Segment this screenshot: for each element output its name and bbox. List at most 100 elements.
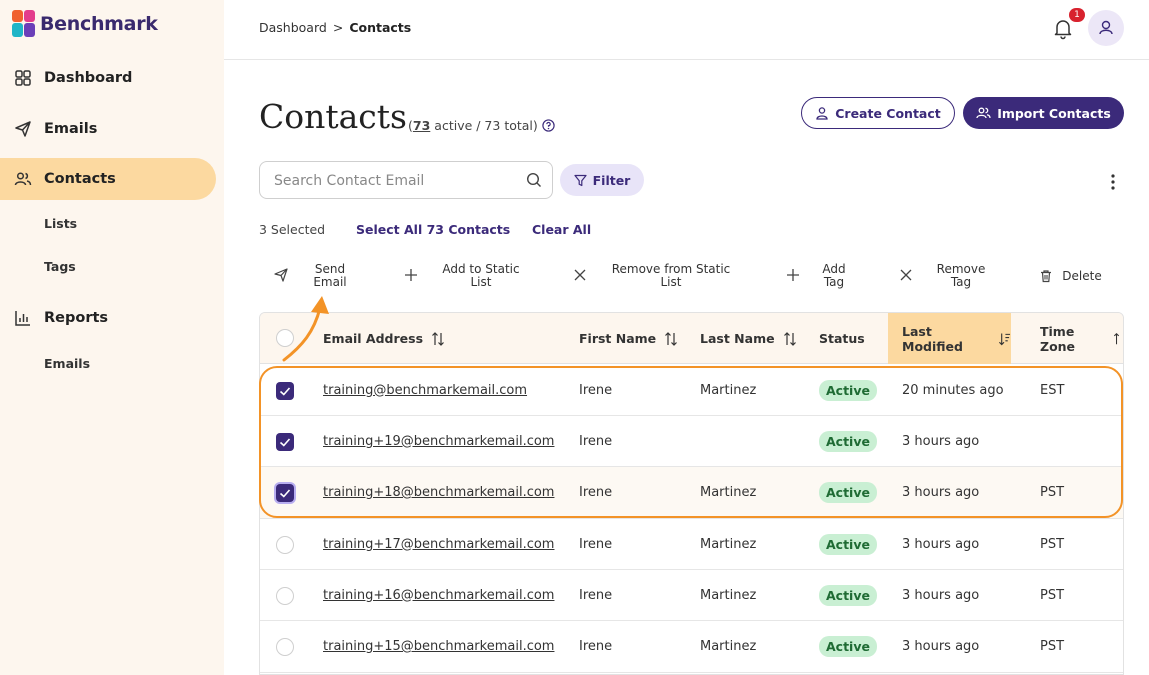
last-name-cell: Martinez bbox=[700, 536, 757, 552]
status-badge: Active bbox=[819, 482, 877, 503]
sort-icon[interactable] bbox=[783, 331, 797, 347]
sidebar-item-dashboard[interactable]: Dashboard bbox=[0, 57, 216, 99]
clear-all-link[interactable]: Clear All bbox=[532, 222, 591, 237]
sidebar-item-reports[interactable]: Reports bbox=[0, 297, 216, 339]
sort-descending-icon[interactable] bbox=[998, 331, 1011, 347]
last-modified-cell: 3 hours ago bbox=[902, 587, 980, 603]
sidebar-subitem-tags[interactable]: Tags bbox=[44, 259, 76, 274]
email-link[interactable]: training+16@benchmarkemail.com bbox=[323, 588, 554, 603]
page-title: Contacts bbox=[259, 97, 407, 136]
import-contacts-button[interactable]: Import Contacts bbox=[963, 97, 1124, 129]
remove-tag-label-2: Tag bbox=[950, 275, 972, 289]
row-checkbox[interactable] bbox=[276, 535, 294, 554]
contact-count: (73 active / 73 total) bbox=[408, 118, 555, 133]
email-link[interactable]: training+18@benchmarkemail.com bbox=[323, 485, 554, 500]
send-email-label-2: Email bbox=[313, 275, 347, 289]
email-link-wrapper: training+19@benchmarkemail.com bbox=[323, 416, 554, 466]
last-name-cell: Martinez bbox=[700, 639, 757, 654]
more-options-icon[interactable] bbox=[1105, 172, 1121, 192]
send-email-action[interactable]: Send Email bbox=[272, 262, 352, 290]
help-icon[interactable] bbox=[542, 119, 555, 132]
user-icon bbox=[1099, 20, 1113, 35]
sort-icon[interactable] bbox=[664, 331, 678, 347]
column-label: First Name bbox=[579, 331, 657, 346]
last-name-cell-wrapper: Martinez bbox=[700, 519, 756, 569]
table-row[interactable]: training@benchmarkemail.com Irene Martinez… bbox=[260, 365, 1123, 416]
add-to-static-list-action[interactable]: Add to Static List bbox=[404, 262, 534, 290]
benchmark-logo-icon bbox=[12, 10, 36, 38]
sidebar-subitem-report-emails[interactable]: Emails bbox=[44, 356, 90, 371]
last-modified-cell-wrapper: 3 hours ago bbox=[902, 519, 979, 569]
select-all-contacts-link[interactable]: Select All 73 Contacts bbox=[356, 222, 510, 237]
remove-from-static-list-action[interactable]: Remove from Static List bbox=[573, 262, 743, 290]
row-checkbox[interactable] bbox=[276, 638, 294, 656]
column-time-zone[interactable]: Time Zone bbox=[1040, 313, 1124, 364]
checkmark-icon bbox=[279, 437, 291, 447]
email-link-wrapper: training+16@benchmarkemail.com bbox=[323, 570, 554, 620]
row-checkbox[interactable] bbox=[276, 381, 294, 400]
delete-action[interactable]: Delete bbox=[1039, 262, 1109, 290]
column-first-name[interactable]: First Name bbox=[579, 313, 678, 364]
filter-button[interactable]: Filter bbox=[560, 164, 644, 196]
add-tag-action[interactable]: Add Tag bbox=[786, 262, 856, 290]
breadcrumb-separator: > bbox=[332, 20, 344, 35]
trash-icon bbox=[1041, 270, 1051, 283]
sidebar-item-label: Contacts bbox=[44, 171, 116, 187]
last-modified-cell: 3 hours ago bbox=[902, 433, 980, 449]
time-zone-cell-wrapper: PST bbox=[1040, 570, 1064, 620]
table-row[interactable]: training+19@benchmarkemail.com Irene Activ… bbox=[260, 416, 1123, 467]
sidebar-item-emails[interactable]: Emails bbox=[0, 108, 216, 150]
sidebar-item-label: Emails bbox=[44, 121, 98, 137]
row-checkbox[interactable] bbox=[276, 432, 294, 451]
close-icon bbox=[574, 269, 586, 281]
email-link-wrapper: training@benchmarkemail.com bbox=[323, 365, 527, 415]
last-name-cell-wrapper: Martinez bbox=[700, 467, 756, 518]
email-link[interactable]: training+15@benchmarkemail.com bbox=[323, 639, 554, 654]
column-status[interactable]: Status bbox=[819, 313, 865, 364]
table-row[interactable]: training+17@benchmarkemail.com Irene Marti… bbox=[260, 519, 1123, 570]
table-row[interactable]: training+16@benchmarkemail.com Irene Marti… bbox=[260, 570, 1123, 621]
brand-name: Benchmark bbox=[40, 13, 158, 35]
column-label: Status bbox=[819, 331, 865, 346]
sidebar-subitem-lists[interactable]: Lists bbox=[44, 216, 77, 231]
search-icon[interactable] bbox=[526, 172, 542, 188]
column-email-address[interactable]: Email Address bbox=[323, 313, 445, 364]
row-checkbox[interactable] bbox=[276, 586, 294, 605]
sort-icon[interactable] bbox=[431, 331, 445, 347]
breadcrumb-dashboard-link[interactable]: Dashboard bbox=[259, 20, 327, 35]
import-contacts-label: Import Contacts bbox=[997, 105, 1111, 121]
last-name-cell: Martinez bbox=[700, 382, 757, 398]
checkmark-icon bbox=[279, 386, 291, 396]
email-link[interactable]: training@benchmarkemail.com bbox=[323, 383, 527, 398]
sidebar-item-label: Dashboard bbox=[44, 70, 133, 86]
add-tag-label-2: Tag bbox=[823, 275, 845, 289]
remove-tag-action[interactable]: Remove Tag bbox=[899, 262, 999, 290]
avatar[interactable] bbox=[1088, 10, 1124, 46]
create-contact-button[interactable]: Create Contact bbox=[801, 97, 955, 129]
status-badge-wrapper: Active bbox=[819, 416, 877, 466]
filter-label: Filter bbox=[592, 172, 631, 188]
first-name-cell-wrapper: Irene bbox=[579, 467, 612, 518]
search-input[interactable] bbox=[274, 171, 514, 191]
notification-badge: 1 bbox=[1069, 8, 1085, 22]
last-name-cell-wrapper: Martinez bbox=[700, 570, 756, 620]
sort-icon[interactable] bbox=[1113, 331, 1124, 347]
status-badge-wrapper: Active bbox=[819, 519, 877, 569]
last-modified-cell-wrapper: 3 hours ago bbox=[902, 467, 979, 518]
first-name-cell-wrapper: Irene bbox=[579, 621, 612, 672]
send-icon bbox=[15, 121, 31, 137]
status-badge-wrapper: Active bbox=[819, 467, 877, 518]
table-row[interactable]: training+18@benchmarkemail.com Irene Marti… bbox=[260, 467, 1123, 519]
email-link[interactable]: training+19@benchmarkemail.com bbox=[323, 434, 554, 449]
email-link[interactable]: training+17@benchmarkemail.com bbox=[323, 537, 554, 552]
last-modified-cell: 3 hours ago bbox=[902, 485, 980, 500]
status-badge-wrapper: Active bbox=[819, 365, 877, 415]
sidebar-item-contacts[interactable]: Contacts bbox=[0, 158, 216, 200]
row-checkbox[interactable] bbox=[276, 484, 294, 502]
active-count-link[interactable]: 73 bbox=[413, 118, 430, 133]
column-last-modified[interactable]: Last Modified bbox=[888, 313, 1011, 364]
table-row[interactable]: training+15@benchmarkemail.com Irene Marti… bbox=[260, 621, 1123, 673]
column-last-name[interactable]: Last Name bbox=[700, 313, 797, 364]
brand-logo[interactable]: Benchmark bbox=[12, 10, 158, 38]
first-name-cell-wrapper: Irene bbox=[579, 365, 612, 415]
